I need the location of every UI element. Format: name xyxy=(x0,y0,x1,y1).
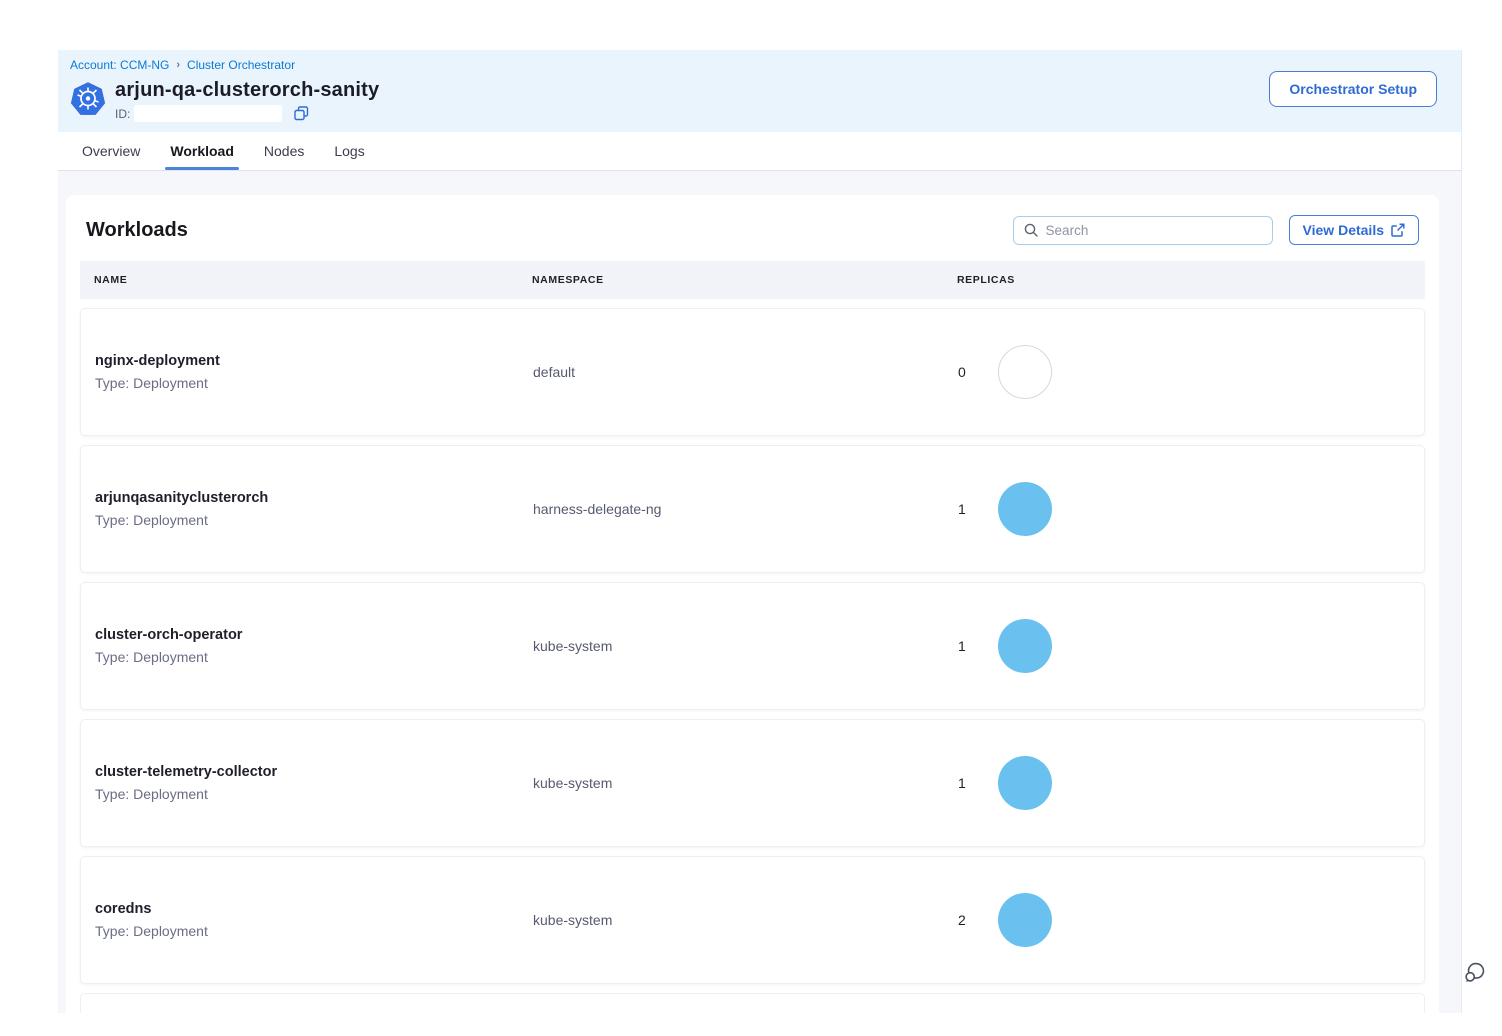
workload-name: nginx-deployment xyxy=(95,353,533,369)
column-header-namespace: NAMESPACE xyxy=(532,274,957,286)
table-header: NAME NAMESPACE REPLICAS xyxy=(80,261,1425,299)
orchestrator-setup-button[interactable]: Orchestrator Setup xyxy=(1269,71,1437,107)
workload-name: coredns xyxy=(95,901,533,917)
chat-help-icon[interactable] xyxy=(1462,959,1488,985)
table-row[interactable]: nginx-deployment Type: Deployment defaul… xyxy=(80,308,1425,436)
view-details-label: View Details xyxy=(1303,222,1384,238)
table-row[interactable]: cluster-telemetry-collector Type: Deploy… xyxy=(80,719,1425,847)
workload-replicas-cell: 0 xyxy=(958,345,1410,399)
tab-overview[interactable]: Overview xyxy=(82,132,140,170)
breadcrumb-section-link[interactable]: Cluster Orchestrator xyxy=(187,58,295,72)
tab-logs[interactable]: Logs xyxy=(334,132,364,170)
page-header: Account: CCM-NG › Cluster Orchestrator xyxy=(58,50,1461,132)
replica-indicator-circle xyxy=(998,619,1052,673)
workload-replicas-cell: 1 xyxy=(958,756,1410,810)
workload-replicas-cell: 1 xyxy=(958,482,1410,536)
table-row[interactable]: coredns Type: Deployment kube-system 2 xyxy=(80,856,1425,984)
table-row-partial[interactable] xyxy=(80,993,1425,1013)
workload-name-cell: coredns Type: Deployment xyxy=(95,901,533,939)
workload-namespace: default xyxy=(533,364,958,380)
workload-type: Type: Deployment xyxy=(95,786,533,802)
workload-name-cell: cluster-orch-operator Type: Deployment xyxy=(95,627,533,665)
table-row[interactable]: cluster-orch-operator Type: Deployment k… xyxy=(80,582,1425,710)
kubernetes-logo-icon xyxy=(70,81,106,117)
view-details-button[interactable]: View Details xyxy=(1289,215,1419,245)
replica-count: 1 xyxy=(958,775,966,791)
workload-namespace: kube-system xyxy=(533,638,958,654)
tab-nodes[interactable]: Nodes xyxy=(264,132,304,170)
workload-namespace: kube-system xyxy=(533,912,958,928)
workload-name: arjunqasanityclusterorch xyxy=(95,490,533,506)
workload-type: Type: Deployment xyxy=(95,375,533,391)
replica-indicator-circle xyxy=(998,756,1052,810)
workloads-heading: Workloads xyxy=(86,219,188,242)
workload-type: Type: Deployment xyxy=(95,923,533,939)
workload-type: Type: Deployment xyxy=(95,512,533,528)
workload-namespace: harness-delegate-ng xyxy=(533,501,958,517)
workloads-panel: Workloads View Details xyxy=(66,195,1439,1013)
tab-workload[interactable]: Workload xyxy=(170,132,234,170)
page-title: arjun-qa-clusterorch-sanity xyxy=(115,79,379,102)
workload-name-cell: cluster-telemetry-collector Type: Deploy… xyxy=(95,764,533,802)
replica-count: 0 xyxy=(958,364,966,380)
breadcrumb-account-link[interactable]: Account: CCM-NG xyxy=(70,58,169,72)
content-area: Workloads View Details xyxy=(58,171,1461,1013)
breadcrumb-separator-icon: › xyxy=(176,59,180,71)
workload-namespace: kube-system xyxy=(533,775,958,791)
search-box[interactable] xyxy=(1013,216,1273,245)
workload-name: cluster-orch-operator xyxy=(95,627,533,643)
copy-icon[interactable] xyxy=(294,106,309,121)
search-input[interactable] xyxy=(1046,223,1262,238)
replica-indicator-circle xyxy=(998,482,1052,536)
cluster-orchestrator-app: Account: CCM-NG › Cluster Orchestrator xyxy=(58,50,1462,1013)
workload-type: Type: Deployment xyxy=(95,649,533,665)
column-header-name: NAME xyxy=(94,274,532,286)
external-link-icon xyxy=(1391,223,1405,237)
replica-indicator-circle xyxy=(998,345,1052,399)
cluster-id-label: ID: xyxy=(115,107,130,121)
replica-count: 1 xyxy=(958,638,966,654)
workload-replicas-cell: 1 xyxy=(958,619,1410,673)
replica-count: 1 xyxy=(958,501,966,517)
workload-replicas-cell: 2 xyxy=(958,893,1410,947)
cluster-id-value-redacted xyxy=(134,105,282,122)
workload-name-cell: nginx-deployment Type: Deployment xyxy=(95,353,533,391)
workload-name: cluster-telemetry-collector xyxy=(95,764,533,780)
breadcrumb: Account: CCM-NG › Cluster Orchestrator xyxy=(70,58,1447,72)
replica-count: 2 xyxy=(958,912,966,928)
table-row[interactable]: arjunqasanityclusterorch Type: Deploymen… xyxy=(80,445,1425,573)
column-header-replicas: REPLICAS xyxy=(957,274,1411,286)
replica-indicator-circle xyxy=(998,893,1052,947)
search-icon xyxy=(1024,223,1038,237)
tab-bar: Overview Workload Nodes Logs xyxy=(58,132,1461,171)
workload-name-cell: arjunqasanityclusterorch Type: Deploymen… xyxy=(95,490,533,528)
